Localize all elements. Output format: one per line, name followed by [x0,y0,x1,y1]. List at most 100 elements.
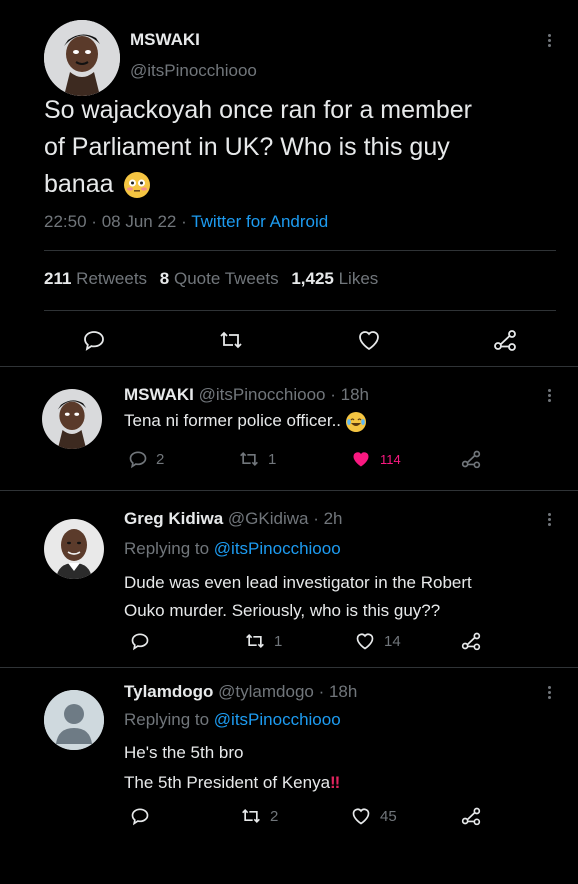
like-button[interactable]: 14 [354,631,401,651]
like-button[interactable]: 114 [350,449,401,469]
reply-author-name[interactable]: Greg Kidiwa [124,509,223,528]
retweet-icon [240,451,258,467]
quotes-count: 8 [159,269,170,288]
heart-icon [356,633,374,650]
share-icon [461,450,481,469]
retweets-label: Retweets [76,269,148,288]
reply-text-line: Ouko murder. Seriously, who is this guy?… [124,601,441,620]
retweets-count: 211 [44,269,72,288]
reply-text: Dude was even lead investigator in the R… [124,569,472,625]
like-count: 45 [380,807,397,825]
reply-text-content: Tena ni former police officer.. [124,411,342,430]
reply-time[interactable]: · 18h [330,385,369,404]
heart-icon [353,452,369,467]
replying-to-label: Replying to [124,710,210,729]
heart-icon [352,808,370,825]
reply-icon [131,633,149,651]
reply-tweet[interactable]: MSWAKI @itsPinocchiooo · 18h Tena ni for… [0,367,578,489]
retweet-button[interactable] [218,328,244,352]
more-icon[interactable] [548,684,552,701]
retweet-icon [242,808,260,824]
reply-header: Tylamdogo @tylamdogo · 18h [124,682,357,702]
more-icon[interactable] [548,387,552,404]
reply-button[interactable] [82,328,106,352]
retweet-count: 1 [274,632,283,650]
reply-header: Greg Kidiwa @GKidiwa · 2h [124,509,343,529]
share-button[interactable] [460,449,482,469]
tears-of-joy-emoji [345,411,366,432]
share-icon [461,632,481,651]
reply-time[interactable]: · 18h [319,682,358,701]
reply-icon [84,331,104,351]
reply-button[interactable] [130,631,150,651]
reply-text-line: The 5th President of Kenya‼ [124,768,340,798]
reply-time[interactable]: · 2h [313,509,342,528]
share-button[interactable] [460,806,482,826]
reply-count: 2 [156,450,165,468]
main-tweet: MSWAKI @itsPinocchiooo So wajackoyah onc… [0,0,578,365]
retweet-icon [220,331,242,349]
mswaki-avatar[interactable] [44,20,120,96]
like-count: 14 [384,632,401,650]
divider [44,310,556,311]
reply-text-content: The 5th President of Kenya [124,773,331,792]
replying-to-label: Replying to [124,539,210,558]
reply-author-handle[interactable]: @GKidiwa [228,509,309,528]
reply-author-name[interactable]: MSWAKI [124,385,194,404]
replying-to-handle[interactable]: @itsPinocchiooo [214,539,341,558]
tweet-text-line: of Parliament in UK? Who is this guy [44,133,450,161]
reply-tweet[interactable]: Tylamdogo @tylamdogo · 18h Replying to @… [0,668,578,848]
tweet-text-line: So wajackoyah once ran for a member [44,96,472,124]
tweet-date[interactable]: 08 Jun 22 [102,212,177,231]
reply-button[interactable]: 2 [128,449,164,469]
flushed-face-emoji [124,172,151,199]
meta-separator: · [181,212,187,231]
replying-to: Replying to @itsPinocchiooo [124,710,341,730]
reply-author-handle[interactable]: @itsPinocchiooo [199,385,326,404]
reply-author-name[interactable]: Tylamdogo [124,682,213,701]
tweet-source[interactable]: Twitter for Android [191,212,328,231]
reply-tweet[interactable]: Greg Kidiwa @GKidiwa · 2h Replying to @i… [0,491,578,667]
meta-separator: · [91,212,97,231]
tweet-text-line: banaa [44,166,472,203]
reply-header: MSWAKI @itsPinocchiooo · 18h [124,385,369,405]
share-icon [494,330,516,351]
tweet-text-word: banaa [44,170,114,198]
retweet-icon [246,633,264,649]
share-button[interactable] [492,328,518,352]
more-icon[interactable] [548,32,552,49]
more-icon[interactable] [548,511,552,528]
greg-kidiwa-avatar[interactable] [44,519,104,579]
reply-text: He's the 5th bro The 5th President of Ke… [124,738,340,798]
quotes-stat[interactable]: 8 Quote Tweets [160,269,284,288]
retweet-button[interactable]: 1 [238,449,276,469]
like-button[interactable]: 45 [350,806,397,826]
tweet-meta: 22:50 · 08 Jun 22 · Twitter for Android [44,212,328,232]
reply-author-handle[interactable]: @tylamdogo [218,682,314,701]
like-count: 114 [380,451,401,467]
engagement-stats: 211 Retweets 8 Quote Tweets 1,425 Likes [44,269,378,289]
retweet-button[interactable]: 2 [240,806,278,826]
likes-stat[interactable]: 1,425 Likes [291,269,378,288]
default-avatar[interactable] [44,690,104,750]
author-name[interactable]: MSWAKI [130,30,200,50]
reply-text-line: He's the 5th bro [124,743,244,762]
likes-label: Likes [338,269,379,288]
reply-icon [131,808,149,826]
replying-to: Replying to @itsPinocchiooo [124,539,341,559]
like-button[interactable] [356,328,382,352]
retweet-count: 2 [270,807,279,825]
mswaki-avatar[interactable] [42,389,102,449]
reply-icon [129,451,147,469]
retweets-stat[interactable]: 211 Retweets [44,269,152,288]
replying-to-handle[interactable]: @itsPinocchiooo [214,710,341,729]
reply-text-line: Dude was even lead investigator in the R… [124,573,472,592]
share-icon [461,807,481,826]
reply-button[interactable] [130,806,150,826]
likes-count: 1,425 [291,269,334,288]
author-handle[interactable]: @itsPinocchiooo [130,61,257,81]
tweet-time[interactable]: 22:50 [44,212,87,231]
share-button[interactable] [460,631,482,651]
double-exclamation-emoji: ‼ [330,773,341,792]
retweet-button[interactable]: 1 [244,631,282,651]
